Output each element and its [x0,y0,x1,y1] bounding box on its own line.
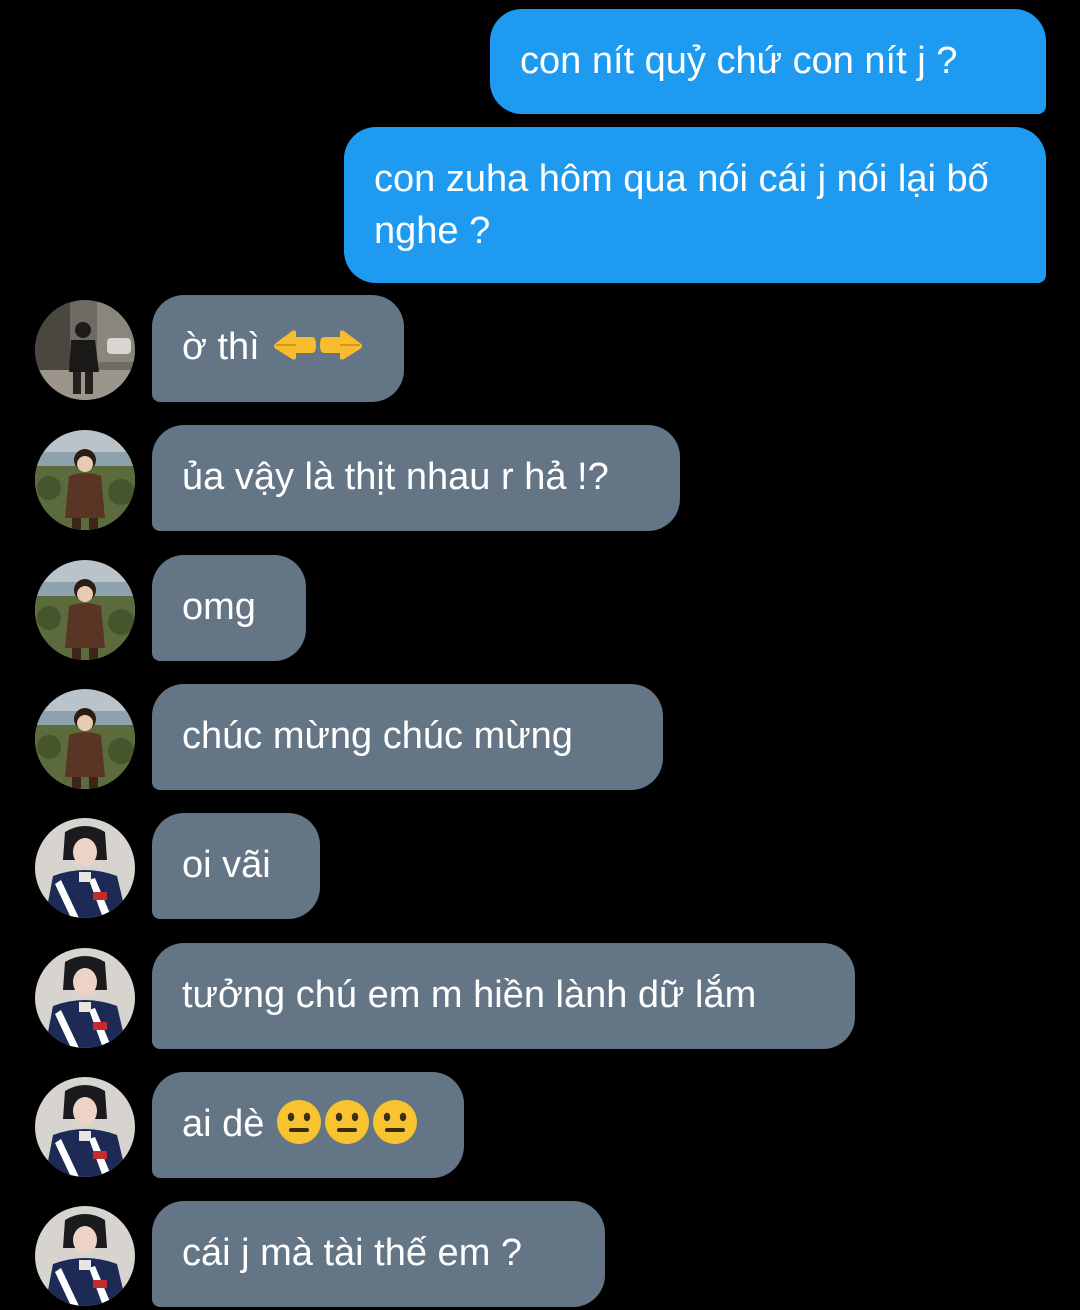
message-bubble-sent[interactable]: con zuha hôm qua nói cái j nói lại bố ng… [344,127,1046,283]
pointing-left-icon [270,321,318,369]
avatar-child-photo[interactable] [35,689,135,789]
message-bubble-received[interactable]: omg [152,555,306,661]
message-text: chúc mừng chúc mừng [182,715,573,757]
avatar-child-photo[interactable] [35,430,135,530]
message-bubble-sent[interactable]: con nít quỷ chứ con nít j ? [490,9,1046,114]
message-bubble-received[interactable]: chúc mừng chúc mừng [152,684,663,790]
avatar-racer-photo[interactable] [35,818,135,918]
avatar-racer-photo[interactable] [35,1206,135,1306]
message-bubble-received[interactable]: ai dè [152,1072,464,1178]
message-text: omg [182,586,256,628]
message-bubble-received[interactable]: oi vãi [152,813,320,919]
message-bubble-received[interactable]: ủa vậy là thịt nhau r hả !? [152,425,680,531]
message-text: ủa vậy là thịt nhau r hả !? [182,456,609,498]
avatar-racer-photo[interactable] [35,1077,135,1177]
avatar-racer-photo[interactable] [35,948,135,1048]
message-bubble-received[interactable]: ờ thì [152,295,404,402]
neutral-face-icon [371,1098,419,1146]
message-text: oi vãi [182,844,271,886]
message-text: ờ thì [182,326,260,368]
message-text: tưởng chú em m hiền lành dữ lắm [182,974,757,1016]
message-text: cái j mà tài thế em ? [182,1232,523,1274]
message-bubble-received[interactable]: cái j mà tài thế em ? [152,1201,605,1307]
pointing-right-icon [318,321,366,369]
neutral-face-icon [275,1098,323,1146]
message-text: con zuha hôm qua nói cái j nói lại bố ng… [374,158,989,252]
message-text: con nít quỷ chứ con nít j ? [520,40,958,82]
message-text: ai dè [182,1103,265,1145]
message-bubble-received[interactable]: tưởng chú em m hiền lành dữ lắm [152,943,855,1049]
neutral-face-icon [323,1098,371,1146]
avatar-child-photo[interactable] [35,560,135,660]
avatar-street-photo[interactable] [35,300,135,400]
